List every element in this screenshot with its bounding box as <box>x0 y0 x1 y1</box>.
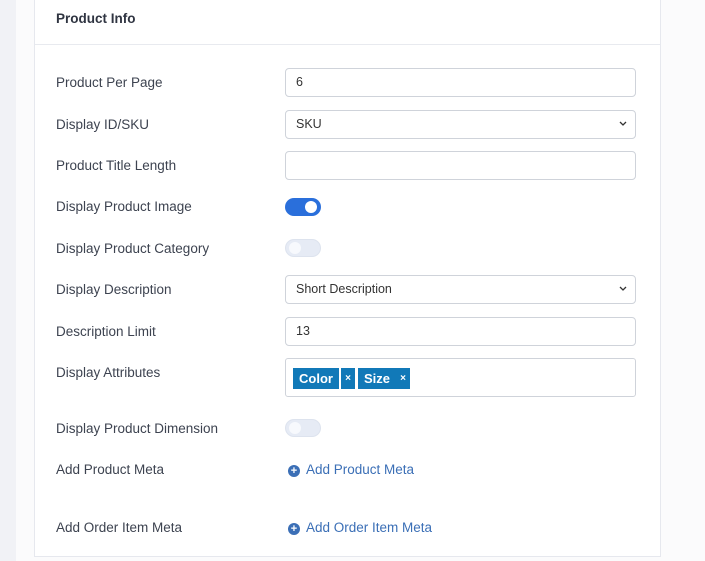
display-product-category-toggle[interactable] <box>285 239 321 257</box>
label-product-title-length: Product Title Length <box>56 158 177 173</box>
chevron-down-icon <box>619 121 627 126</box>
plus-circle-icon: + <box>288 465 300 477</box>
label-display-attributes: Display Attributes <box>56 365 161 380</box>
add-product-meta-link-text: Add Product Meta <box>306 462 415 477</box>
label-add-order-item-meta: Add Order Item Meta <box>56 520 183 535</box>
remove-tag-size-button[interactable]: × <box>396 368 410 389</box>
toggle-knob <box>289 422 301 434</box>
display-attributes-multiselect[interactable]: Color × Size × <box>285 358 636 397</box>
display-id-sku-select[interactable]: SKU <box>285 110 636 139</box>
display-description-select[interactable]: Short Description <box>285 275 636 304</box>
label-display-id-sku: Display ID/SKU <box>56 117 150 132</box>
add-order-item-meta-link-text: Add Order Item Meta <box>306 520 433 535</box>
display-id-sku-value: SKU <box>296 117 322 131</box>
toggle-knob <box>305 201 317 213</box>
add-order-item-meta-link[interactable]: + Add Order Item Meta <box>288 520 432 535</box>
display-product-dimension-toggle[interactable] <box>285 419 321 437</box>
label-display-product-dimension: Display Product Dimension <box>56 421 219 436</box>
label-product-per-page: Product Per Page <box>56 75 163 90</box>
label-add-product-meta: Add Product Meta <box>56 462 165 477</box>
product-title-length-input[interactable] <box>285 151 636 180</box>
display-description-value: Short Description <box>296 282 392 296</box>
product-per-page-input[interactable]: 6 <box>285 68 636 97</box>
attribute-tag-size: Size <box>358 368 397 389</box>
display-product-image-toggle[interactable] <box>285 198 321 216</box>
add-product-meta-link[interactable]: + Add Product Meta <box>288 462 414 477</box>
chevron-down-icon <box>619 286 627 291</box>
product-info-card: Product Info Product Per Page 6 Display … <box>34 0 661 557</box>
label-display-product-image: Display Product Image <box>56 199 192 214</box>
card-header: Product Info <box>35 0 660 45</box>
toggle-knob <box>289 242 301 254</box>
plus-circle-icon: + <box>288 523 300 535</box>
label-display-product-category: Display Product Category <box>56 241 210 256</box>
label-display-description: Display Description <box>56 282 172 297</box>
section-title: Product Info <box>56 11 136 26</box>
attribute-tag-color: Color <box>293 368 339 389</box>
label-description-limit: Description Limit <box>56 324 156 339</box>
description-limit-input[interactable]: 13 <box>285 317 636 346</box>
remove-tag-color-button[interactable]: × <box>341 368 355 389</box>
